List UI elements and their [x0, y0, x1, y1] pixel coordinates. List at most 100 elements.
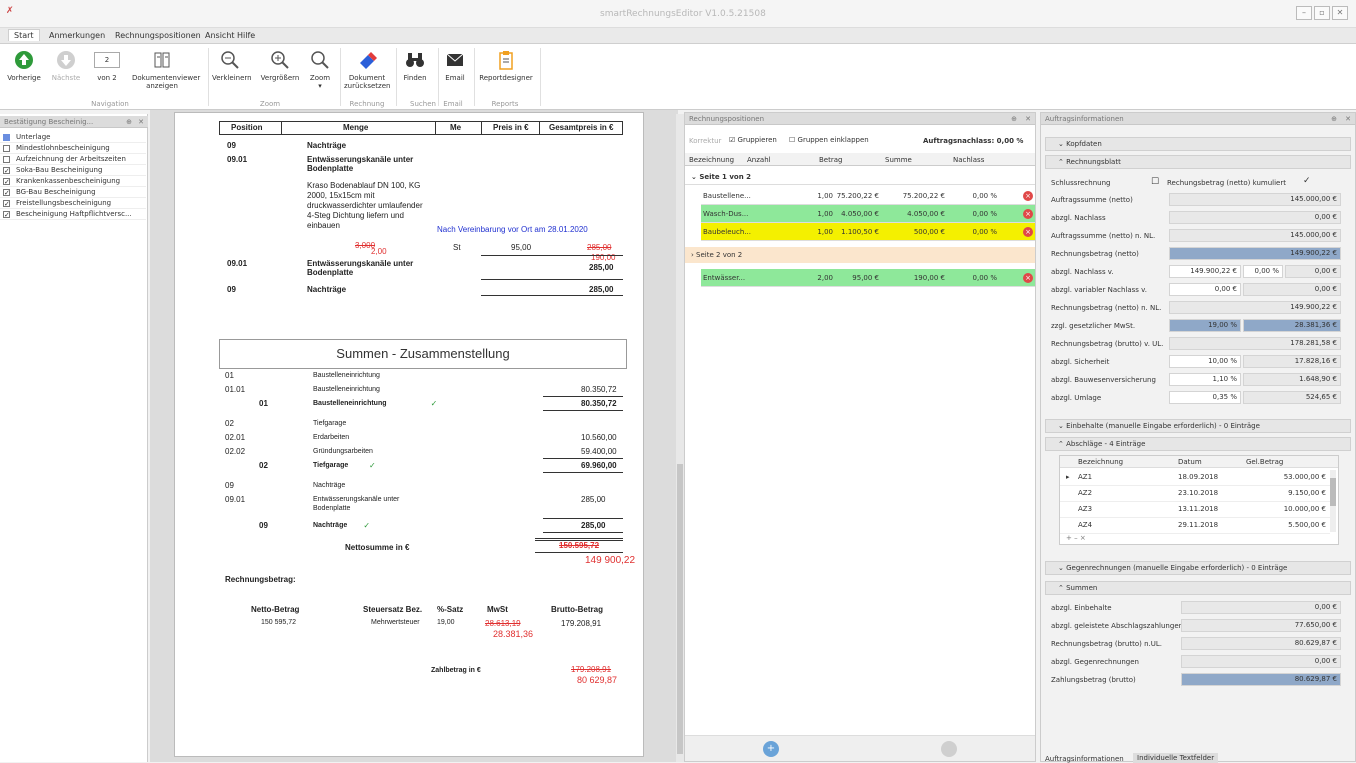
cell-betrag: 95,00 €	[852, 274, 879, 282]
report-designer-button[interactable]: Reportdesigner	[478, 50, 534, 82]
cell-name: Baubeleuch...	[703, 228, 751, 236]
col-summe[interactable]: Summe	[885, 156, 912, 164]
group-checkbox[interactable]: ☑ Gruppieren	[729, 136, 777, 144]
close-button[interactable]: ✕	[1332, 6, 1348, 20]
attachment-item[interactable]: Bescheinigung Haftpflichtversc...	[0, 209, 146, 220]
zoom-out-button[interactable]: Verkleinern	[212, 50, 252, 82]
next-button[interactable]: Nächste	[48, 50, 84, 82]
section-einbehalte[interactable]: ⌄ Einbehalte (manuelle Eingabe erforderl…	[1045, 419, 1351, 433]
tax-header-netto: Netto-Betrag	[251, 605, 300, 614]
field-input[interactable]: 0,00 €	[1169, 283, 1241, 296]
kumuliert-checkbox[interactable]: ✓	[1303, 176, 1311, 186]
arrow-up-green-icon	[15, 51, 33, 69]
check-icon: ✓	[369, 461, 376, 470]
email-button[interactable]: Email	[442, 50, 468, 82]
delete-icon[interactable]: ×	[1023, 227, 1033, 237]
add-icon[interactable]: +	[763, 741, 779, 757]
position-row[interactable]: Entwässer... 2,00 95,00 €190,00 €0,00 % ×	[701, 269, 1035, 287]
field-input[interactable]: 0,35 %	[1169, 391, 1241, 404]
zahlbetrag-new: 80 629,87	[577, 675, 618, 685]
group-row[interactable]: ⌄ Seite 1 von 2	[685, 169, 1035, 185]
pin-icon[interactable]: ⊕	[126, 118, 132, 126]
attachment-item[interactable]: Freistellungsbescheinigung	[0, 198, 146, 209]
pin-icon[interactable]: ⊕	[1011, 115, 1017, 123]
delete-icon[interactable]: ×	[1023, 209, 1033, 219]
tab-anmerkungen[interactable]: Anmerkungen	[44, 30, 110, 41]
col-betrag[interactable]: Betrag	[819, 156, 842, 164]
pin-icon[interactable]: ⊕	[1331, 115, 1337, 123]
delete-icon[interactable]: ×	[1023, 191, 1033, 201]
attachment-checkbox[interactable]	[3, 189, 10, 196]
section-gegenrechnungen[interactable]: ⌄ Gegenrechnungen (manuelle Eingabe erfo…	[1045, 561, 1351, 575]
attachment-item[interactable]: Aufzeichnung der Arbeitszeiten	[0, 154, 146, 165]
field-input[interactable]: 149.900,22 €	[1169, 265, 1241, 278]
col-nachlass[interactable]: Nachlass	[953, 156, 984, 164]
section-summen[interactable]: ⌃ Summen	[1045, 581, 1351, 595]
header-me: Me	[450, 123, 462, 132]
reset-document-button[interactable]: Dokument zurücksetzen	[344, 50, 390, 90]
summary-text: Erdarbeiten	[313, 434, 350, 441]
envelope-icon	[446, 53, 464, 66]
schlussrechnung-checkbox[interactable]: ☐	[1151, 177, 1159, 187]
attachment-item[interactable]: BG-Bau Bescheinigung	[0, 187, 146, 198]
page-number-input[interactable]: 2 von 2	[94, 52, 120, 82]
section-kopfdaten[interactable]: ⌄ Kopfdaten	[1045, 137, 1351, 151]
grid-scrollbar[interactable]	[1330, 470, 1336, 532]
attachment-checkbox[interactable]	[3, 200, 10, 207]
position-row[interactable]: Baubeleuch... 1,00 1.100,50 €500,00 €0,00 …	[701, 223, 1035, 241]
attachment-checkbox[interactable]	[3, 134, 10, 141]
section-rechnungsblatt[interactable]: ⌃ Rechnungsblatt	[1045, 155, 1351, 169]
attachment-checkbox[interactable]	[3, 156, 10, 163]
field-input[interactable]: 10,00 %	[1169, 355, 1241, 368]
field-input[interactable]: 0,00 %	[1243, 265, 1283, 278]
close-icon[interactable]: ✕	[1345, 115, 1351, 123]
restore-button[interactable]: ▫	[1314, 6, 1330, 20]
col-betrag[interactable]: Gel.Betrag	[1246, 458, 1283, 466]
close-icon[interactable]: ✕	[1025, 115, 1031, 123]
attachment-item[interactable]: Unterlage	[0, 132, 146, 143]
col-anzahl[interactable]: Anzahl	[747, 156, 771, 164]
close-icon[interactable]: ✕	[138, 118, 144, 126]
delete-icon[interactable]: ×	[1023, 273, 1033, 283]
field-input[interactable]: 19,00 %	[1169, 319, 1241, 332]
field-value: 28.381,36 €	[1243, 319, 1341, 332]
attachment-item[interactable]: Mindestlohnbescheinigung	[0, 143, 146, 154]
previous-button[interactable]: Vorherige	[4, 50, 44, 82]
col-bezeichnung[interactable]: Bezeichnung	[689, 156, 734, 164]
summary-pos: 09	[225, 481, 234, 490]
tax-header-mwst: MwSt	[487, 605, 508, 614]
tab-hilfe[interactable]: Hilfe	[232, 30, 260, 41]
attachment-checkbox[interactable]	[3, 145, 10, 152]
col-bezeichnung[interactable]: Bezeichnung	[1078, 458, 1123, 466]
attachment-item[interactable]: Krankenkassenbescheinigung	[0, 176, 146, 187]
zoom-dropdown[interactable]: Zoom ▾	[306, 50, 334, 90]
remove-icon[interactable]	[941, 741, 957, 757]
cell-betrag: 1.100,50 €	[841, 228, 879, 236]
attachment-checkbox[interactable]	[3, 211, 10, 218]
collapse-groups-checkbox[interactable]: ☐ Gruppen einklappen	[789, 136, 869, 144]
minimize-button[interactable]: –	[1296, 6, 1312, 20]
tab-rechnungspositionen[interactable]: Rechnungspositionen	[110, 30, 206, 41]
attachment-checkbox[interactable]	[3, 178, 10, 185]
summary-pos: 01	[225, 371, 234, 380]
col-datum[interactable]: Datum	[1178, 458, 1202, 466]
cell-name: Entwässer...	[703, 274, 746, 282]
position-row[interactable]: Baustellene... 1,00 75.200,22 €75.200,22 €…	[701, 187, 1035, 205]
position-row[interactable]: Wasch-Dus... 1,00 4.050,00 €4.050,00 €0,00…	[701, 205, 1035, 223]
check-icon: ✓	[363, 521, 371, 530]
grid-controls[interactable]: + – ×	[1066, 534, 1086, 542]
attachment-item[interactable]: Soka-Bau Bescheinigung	[0, 165, 146, 176]
correction-button[interactable]: Korrektur	[689, 137, 721, 145]
find-button[interactable]: Finden	[400, 50, 430, 82]
tab-start[interactable]: Start	[8, 29, 40, 41]
field-input[interactable]: 1,10 %	[1169, 373, 1241, 386]
document-viewer-button[interactable]: Dokumentenviewer anzeigen	[132, 50, 200, 90]
tax-mwst-new: 28.381,36	[493, 629, 534, 639]
field-label: Rechnungsbetrag (brutto) v. UL.	[1051, 340, 1164, 348]
section-abschlaege[interactable]: ⌃ Abschläge - 4 Einträge	[1045, 437, 1351, 451]
checkbox-checked-icon: ☑	[729, 136, 736, 144]
zoom-in-button[interactable]: Vergrößern	[260, 50, 300, 82]
group-row[interactable]: › Seite 2 von 2	[685, 247, 1035, 263]
document-scrollbar[interactable]	[676, 114, 684, 762]
attachment-checkbox[interactable]	[3, 167, 10, 174]
